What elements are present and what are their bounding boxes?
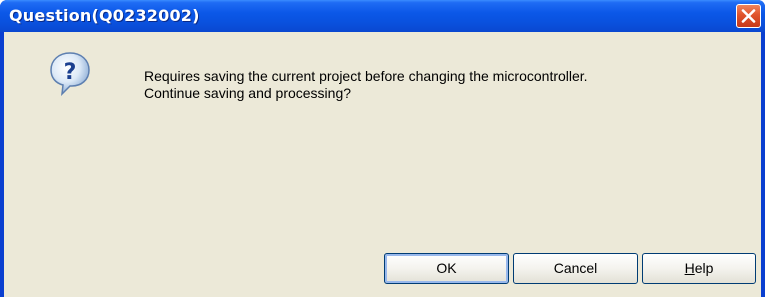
title-bar[interactable]: Question(Q0232002) <box>0 0 765 32</box>
help-button[interactable]: Help <box>642 253 756 284</box>
ok-button[interactable]: OK <box>384 253 509 284</box>
help-button-mnemonic: H <box>684 260 695 276</box>
close-icon <box>741 9 756 23</box>
svg-text:?: ? <box>64 60 77 85</box>
dialog-title: Question(Q0232002) <box>9 6 200 25</box>
dialog-body: ? Requires saving the current project be… <box>4 32 761 297</box>
message-line: Continue saving and processing? <box>144 85 352 101</box>
cancel-button-label: Cancel <box>553 260 598 276</box>
question-icon: ? <box>50 52 90 96</box>
dialog-window: Question(Q0232002) ? Requires saving the… <box>0 0 765 297</box>
ok-button-label: OK <box>436 260 457 276</box>
help-button-label: elp <box>694 260 714 276</box>
close-button[interactable] <box>736 4 761 28</box>
dialog-message: Requires saving the current project befo… <box>144 68 588 102</box>
cancel-button[interactable]: Cancel <box>513 253 638 284</box>
message-line: Requires saving the current project befo… <box>144 68 588 84</box>
